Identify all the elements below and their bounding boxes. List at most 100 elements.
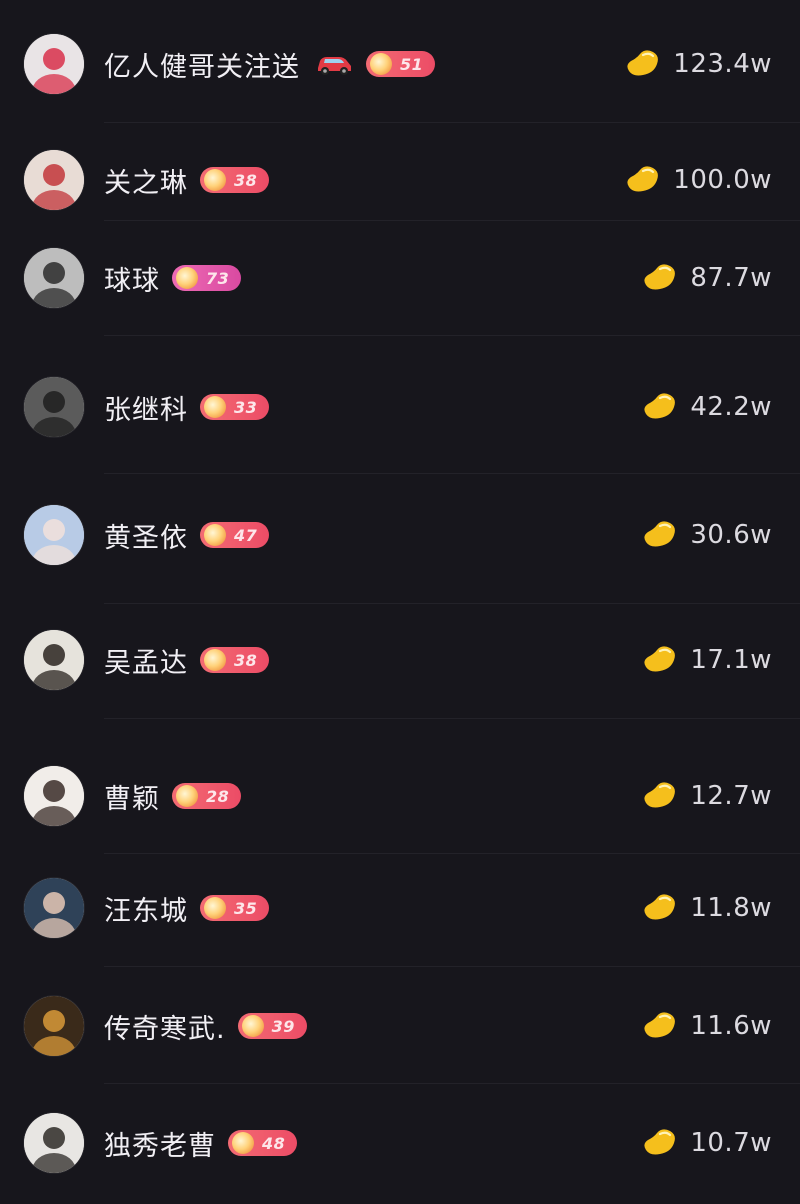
fan-badge-icon (176, 267, 198, 289)
avatar[interactable] (24, 150, 84, 210)
fan-level-badge: 73 (172, 265, 242, 291)
bean-icon (644, 646, 676, 672)
contribution-group: 30.6w (640, 500, 772, 570)
contribution-value: 17.1w (690, 645, 772, 675)
name-group: 黄圣依 47 (104, 500, 270, 570)
list-item[interactable]: 传奇寒武. 39 11.6w (0, 991, 800, 1061)
avatar[interactable] (24, 766, 84, 826)
row-divider (104, 603, 800, 604)
user-name[interactable]: 黄圣依 (104, 516, 188, 555)
user-name[interactable]: 汪东城 (104, 889, 188, 928)
contribution-value: 42.2w (690, 392, 772, 422)
contribution-value: 10.7w (690, 1128, 772, 1158)
contribution-group: 17.1w (640, 625, 772, 695)
contribution-group: 100.0w (623, 145, 772, 215)
fan-badge-icon (204, 169, 226, 191)
bean-icon (644, 1012, 676, 1038)
user-name[interactable]: 球球 (104, 259, 160, 298)
contribution-value: 12.7w (690, 781, 772, 811)
user-name[interactable]: 传奇寒武. (104, 1007, 226, 1046)
fan-badge-icon (241, 1015, 264, 1037)
bean-icon (627, 50, 659, 76)
bean-icon (644, 393, 676, 419)
name-group: 关之琳 38 (104, 145, 270, 215)
avatar[interactable] (24, 878, 84, 938)
name-group: 张继科 33 (104, 372, 270, 442)
fan-level-number: 73 (206, 268, 230, 288)
fan-level-number: 39 (271, 1016, 295, 1036)
fan-badge-icon (176, 785, 198, 807)
list-item[interactable]: 曹颖 28 12.7w (0, 761, 800, 831)
fan-level-badge: 38 (200, 167, 270, 193)
contribution-value: 11.8w (690, 893, 772, 923)
user-name[interactable]: 吴孟达 (104, 641, 188, 680)
row-divider (104, 966, 800, 967)
contribution-group: 12.7w (640, 761, 772, 831)
fan-level-badge: 47 (200, 522, 270, 548)
row-divider (104, 1083, 800, 1084)
fan-level-badge: 38 (200, 647, 270, 673)
bean-icon (644, 782, 676, 808)
fan-level-badge: 33 (200, 394, 270, 420)
user-name[interactable]: 张继科 (104, 388, 188, 427)
fan-level-badge: 28 (172, 783, 242, 809)
contribution-value: 123.4w (673, 49, 772, 79)
row-divider (104, 335, 800, 336)
fan-level-number: 28 (206, 786, 230, 806)
avatar[interactable] (24, 630, 84, 690)
row-divider (104, 718, 800, 719)
list-item[interactable]: 球球 73 87.7w (0, 243, 800, 313)
avatar[interactable] (24, 34, 84, 94)
name-group: 传奇寒武. 39 (104, 991, 307, 1061)
avatar[interactable] (24, 248, 84, 308)
user-name[interactable]: 曹颖 (104, 777, 160, 816)
fan-level-number: 48 (262, 1133, 286, 1153)
user-name[interactable]: 关之琳 (104, 161, 188, 200)
user-name[interactable]: 亿人健哥关注送 (104, 45, 300, 84)
fan-badge-icon (204, 524, 226, 546)
contribution-group: 123.4w (623, 29, 772, 99)
name-group: 汪东城 35 (104, 873, 270, 943)
fan-level-number: 38 (234, 170, 258, 190)
avatar[interactable] (24, 377, 84, 437)
list-item[interactable]: 吴孟达 38 17.1w (0, 625, 800, 695)
contribution-value: 87.7w (690, 263, 772, 293)
bean-icon (644, 264, 676, 290)
list-item[interactable]: 张继科 33 42.2w (0, 372, 800, 442)
avatar[interactable] (24, 505, 84, 565)
contribution-group: 42.2w (640, 372, 772, 442)
user-name[interactable]: 独秀老曹 (104, 1124, 216, 1163)
list-item[interactable]: 独秀老曹 48 10.7w (0, 1108, 800, 1178)
fan-level-badge: 35 (200, 895, 270, 921)
row-divider (104, 220, 800, 221)
list-item[interactable]: 汪东城 35 11.8w (0, 873, 800, 943)
bean-icon (644, 1129, 676, 1155)
fan-level-number: 51 (400, 54, 424, 74)
fan-badge-icon (204, 897, 226, 919)
fan-level-number: 47 (234, 525, 258, 545)
bean-icon (644, 894, 676, 920)
row-divider (104, 853, 800, 854)
fan-badge-icon (370, 53, 392, 75)
list-item[interactable]: 黄圣依 47 30.6w (0, 500, 800, 570)
car-icon (318, 57, 351, 75)
name-group: 吴孟达 38 (104, 625, 270, 695)
contribution-group: 11.8w (640, 873, 772, 943)
contribution-value: 11.6w (690, 1011, 772, 1041)
contribution-group: 11.6w (640, 991, 772, 1061)
fan-level-badge: 39 (237, 1013, 307, 1039)
name-group: 独秀老曹 48 (104, 1108, 298, 1178)
contribution-group: 10.7w (640, 1108, 772, 1178)
avatar[interactable] (24, 996, 84, 1056)
list-item[interactable]: 关之琳 38 100.0w (0, 145, 800, 215)
bean-icon (644, 521, 676, 547)
fan-level-badge: 51 (366, 51, 436, 77)
bean-icon (627, 166, 659, 192)
avatar[interactable] (24, 1113, 84, 1173)
fan-badge-icon (232, 1132, 254, 1154)
name-group: 曹颖 28 (104, 761, 242, 831)
name-group: 球球 73 (104, 243, 242, 313)
fan-badge-icon (204, 396, 226, 418)
row-divider (104, 122, 800, 123)
list-item[interactable]: 亿人健哥关注送 51 123.4w (0, 29, 800, 99)
